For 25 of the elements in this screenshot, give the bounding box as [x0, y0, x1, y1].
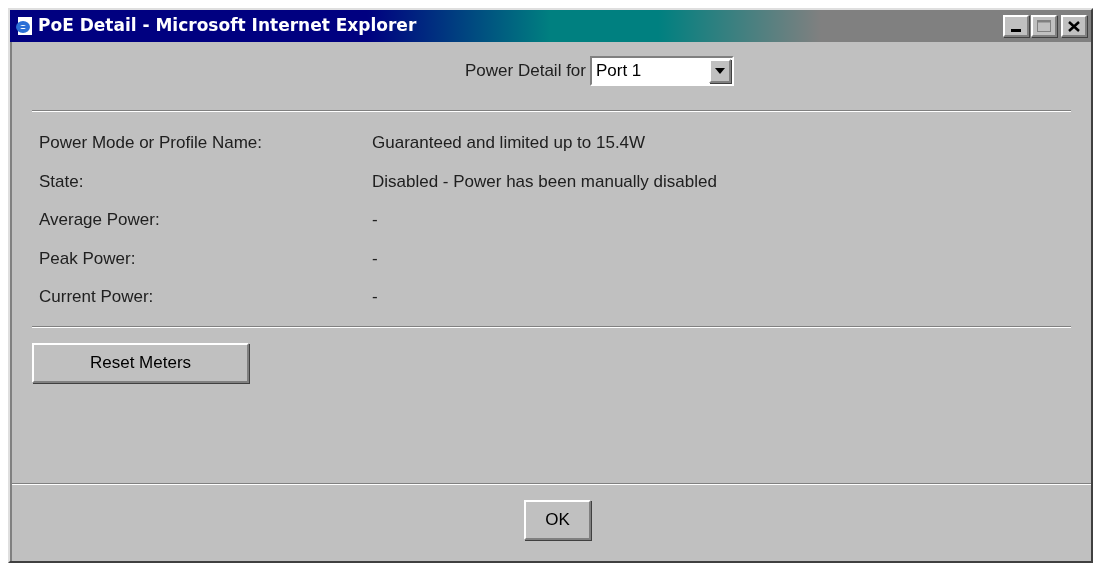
ok-button[interactable]: OK	[524, 500, 591, 540]
browser-icon	[14, 16, 34, 36]
caret-icon	[714, 68, 725, 74]
detail-value: -	[372, 209, 379, 231]
port-dropdown[interactable]: Port 1	[589, 56, 734, 86]
detail-label: State:	[39, 170, 85, 193]
close-icon	[1068, 20, 1080, 32]
minimize-icon	[1011, 29, 1021, 32]
detail-value: Disabled - Power has been manually disabled	[372, 170, 718, 193]
window-title: PoE Detail - Microsoft Internet Explorer	[38, 14, 417, 38]
detail-label: Average Power:	[39, 209, 161, 231]
detail-value: Guaranteed and limited up to 15.4W	[372, 132, 647, 154]
detail-label: Peak Power:	[39, 247, 137, 270]
maximize-icon	[1037, 20, 1051, 32]
selector-label: Power Detail for	[465, 60, 586, 83]
dropdown-arrow-button[interactable]	[708, 59, 731, 83]
detail-label: Power Mode or Profile Name:	[39, 132, 263, 154]
dropdown-value: Port 1	[594, 60, 643, 83]
minimize-button[interactable]	[1003, 15, 1029, 37]
reset-meters-button[interactable]: Reset Meters	[32, 342, 249, 383]
detail-value: -	[372, 247, 379, 270]
close-button[interactable]	[1061, 15, 1087, 37]
maximize-button[interactable]	[1031, 15, 1057, 37]
detail-label: Current Power:	[39, 286, 155, 308]
detail-value: -	[372, 286, 379, 308]
